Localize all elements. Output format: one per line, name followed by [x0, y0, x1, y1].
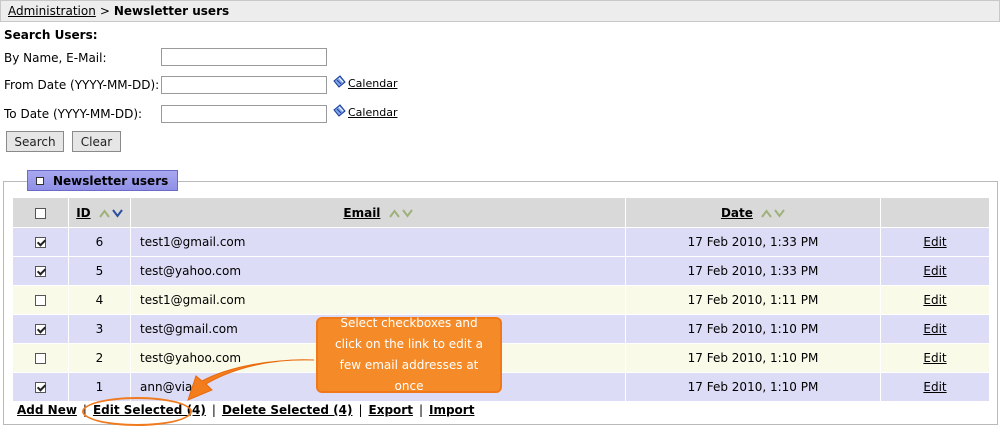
link-separator: |	[358, 403, 363, 417]
sort-asc-icon[interactable]	[761, 208, 772, 218]
row-id: 4	[68, 285, 131, 315]
from-date-input[interactable]	[161, 76, 327, 94]
row-date: 17 Feb 2010, 1:10 PM	[625, 343, 881, 373]
row-checkbox[interactable]	[35, 237, 46, 248]
page-title: Newsletter users	[113, 4, 230, 18]
from-calendar-link[interactable]: Calendar	[348, 77, 397, 90]
breadcrumb-administration-link[interactable]: Administration	[8, 4, 96, 18]
row-email: test1@gmail.com	[130, 227, 626, 257]
from-calendar[interactable]: Calendar	[331, 74, 397, 90]
row-date: 17 Feb 2010, 1:11 PM	[625, 285, 881, 315]
breadcrumb: Administration > Newsletter users	[0, 0, 1000, 22]
table-row: 6 test1@gmail.com 17 Feb 2010, 1:33 PM E…	[12, 227, 990, 257]
select-all-cell	[12, 197, 69, 228]
row-checkbox[interactable]	[35, 382, 46, 393]
table-row: 4 test1@gmail.com 17 Feb 2010, 1:11 PM E…	[12, 285, 990, 315]
email-column-header: Email	[130, 197, 626, 228]
sort-desc-icon[interactable]	[774, 208, 785, 218]
row-edit-link[interactable]: Edit	[923, 235, 946, 249]
callout-arrow-icon	[187, 359, 315, 401]
row-id: 2	[68, 343, 131, 373]
row-date: 17 Feb 2010, 1:10 PM	[625, 372, 881, 402]
row-date: 17 Feb 2010, 1:10 PM	[625, 314, 881, 344]
select-all-checkbox[interactable]	[35, 207, 46, 219]
sort-asc-icon[interactable]	[388, 208, 400, 218]
row-id: 5	[68, 256, 131, 286]
add-new-link[interactable]: Add New	[17, 403, 77, 417]
highlight-ring	[82, 397, 192, 426]
tab-square-icon	[36, 176, 44, 185]
name-email-input[interactable]	[161, 48, 327, 66]
link-separator: |	[211, 403, 216, 417]
row-id: 3	[68, 314, 131, 344]
delete-selected-link[interactable]: Delete Selected (4)	[222, 403, 353, 417]
row-date: 17 Feb 2010, 1:33 PM	[625, 227, 881, 257]
id-sort-link[interactable]: ID	[76, 206, 90, 220]
to-calendar-link[interactable]: Calendar	[348, 106, 397, 119]
import-link[interactable]: Import	[429, 403, 474, 417]
search-heading: Search Users:	[4, 28, 98, 42]
row-date: 17 Feb 2010, 1:33 PM	[625, 256, 881, 286]
row-edit-link[interactable]: Edit	[923, 380, 946, 394]
sort-desc-icon[interactable]	[401, 208, 413, 218]
row-checkbox[interactable]	[35, 266, 46, 277]
breadcrumb-separator: >	[99, 4, 110, 18]
row-edit-link[interactable]: Edit	[923, 264, 946, 278]
help-callout: Select checkboxes and click on the link …	[316, 316, 502, 393]
row-email: test1@gmail.com	[130, 285, 626, 315]
row-checkbox[interactable]	[35, 295, 46, 306]
row-checkbox[interactable]	[35, 353, 46, 364]
row-edit-link[interactable]: Edit	[923, 293, 946, 307]
id-column-header: ID	[68, 197, 131, 228]
from-date-label: From Date (YYYY-MM-DD):	[4, 78, 160, 92]
to-date-label: To Date (YYYY-MM-DD):	[4, 107, 143, 121]
tab-label: Newsletter users	[53, 173, 169, 188]
row-edit-link[interactable]: Edit	[923, 351, 946, 365]
export-link[interactable]: Export	[369, 403, 413, 417]
date-sort-link[interactable]: Date	[721, 206, 753, 220]
to-date-input[interactable]	[161, 105, 327, 123]
row-id: 6	[68, 227, 131, 257]
table-row: 5 test@yahoo.com 17 Feb 2010, 1:33 PM Ed…	[12, 256, 990, 286]
newsletter-users-tab: Newsletter users	[27, 170, 178, 191]
email-sort-link[interactable]: Email	[343, 206, 380, 220]
clear-button[interactable]: Clear	[72, 131, 121, 152]
row-edit-link[interactable]: Edit	[923, 322, 946, 336]
sort-asc-icon[interactable]	[99, 208, 110, 218]
actions-column-header	[880, 197, 990, 228]
date-column-header: Date	[625, 197, 881, 228]
name-label: By Name, E-Mail:	[4, 51, 107, 65]
row-checkbox[interactable]	[35, 324, 46, 335]
search-button[interactable]: Search	[6, 131, 64, 152]
table-header-row: ID Email Date	[12, 197, 990, 228]
row-email: test@yahoo.com	[130, 256, 626, 286]
sort-desc-icon[interactable]	[112, 208, 123, 218]
to-calendar[interactable]: Calendar	[331, 103, 397, 119]
calendar-icon[interactable]	[331, 74, 347, 90]
calendar-icon[interactable]	[331, 103, 347, 119]
link-separator: |	[418, 403, 423, 417]
